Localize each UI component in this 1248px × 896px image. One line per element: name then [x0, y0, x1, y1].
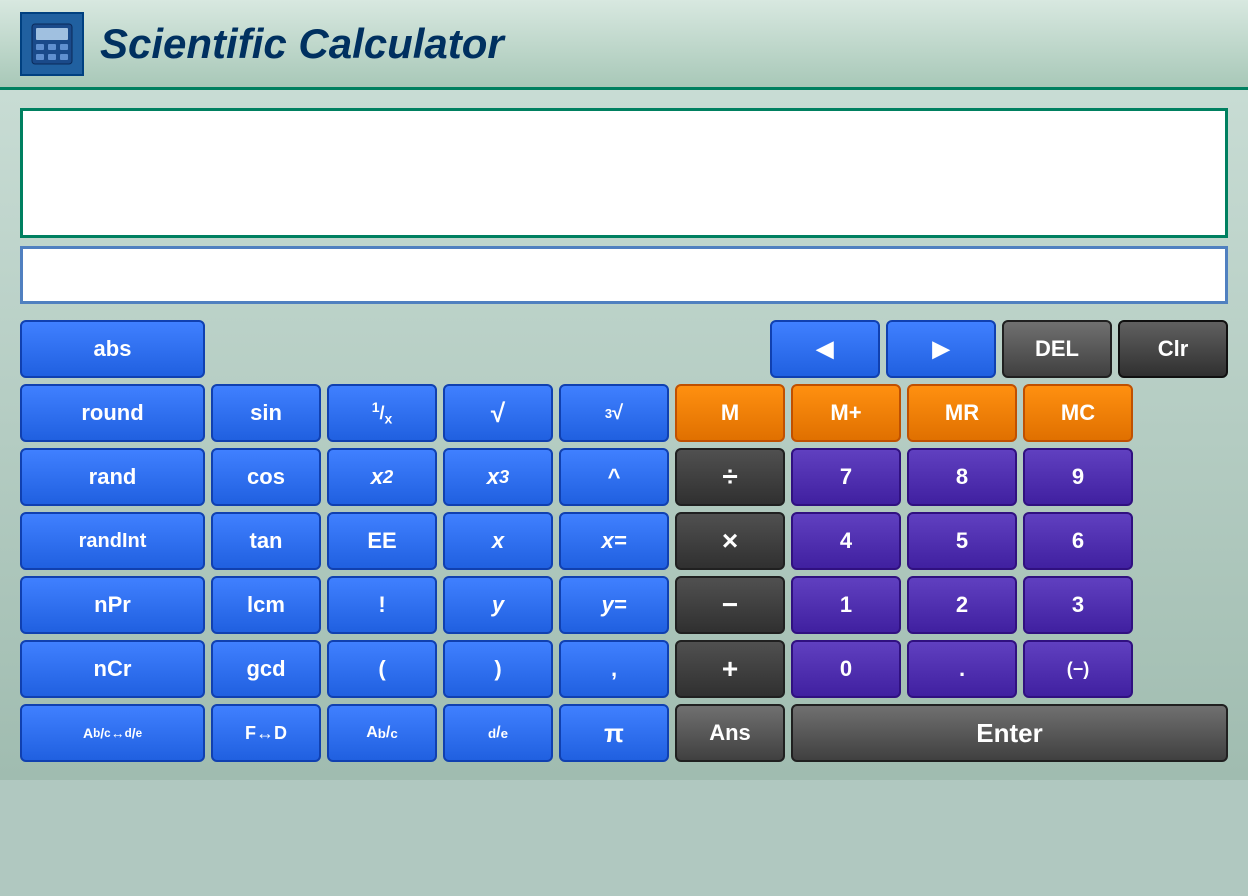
y-var-button[interactable]: y: [443, 576, 553, 634]
lcm-button[interactable]: lcm: [211, 576, 321, 634]
sin-button[interactable]: sin: [211, 384, 321, 442]
row-5: nCr gcd ( ) , + 0 . (−): [20, 640, 1228, 698]
comma-button[interactable]: ,: [559, 640, 669, 698]
eight-button[interactable]: 8: [907, 448, 1017, 506]
app-title: Scientific Calculator: [100, 20, 504, 68]
row-1: round sin 1/x √ 3√ M M+ MR MC: [20, 384, 1228, 442]
de-button[interactable]: d/e: [443, 704, 553, 762]
five-button[interactable]: 5: [907, 512, 1017, 570]
nPr-button[interactable]: nPr: [20, 576, 205, 634]
cbrt-button[interactable]: 3√: [559, 384, 669, 442]
row-3: randInt tan EE x x= × 4 5 6: [20, 512, 1228, 570]
row-4: nPr lcm ! y y= − 1 2 3: [20, 576, 1228, 634]
gcd-button[interactable]: gcd: [211, 640, 321, 698]
calculator-icon: [20, 12, 84, 76]
round-button[interactable]: round: [20, 384, 205, 442]
abcde-button[interactable]: A b/c ↔ d/e: [20, 704, 205, 762]
six-button[interactable]: 6: [1023, 512, 1133, 570]
clr-button[interactable]: Clr: [1118, 320, 1228, 378]
factorial-button[interactable]: !: [327, 576, 437, 634]
ftod-button[interactable]: F↔D: [211, 704, 321, 762]
right-arrow-button[interactable]: ▶: [886, 320, 996, 378]
two-button[interactable]: 2: [907, 576, 1017, 634]
inv-label: 1/x: [372, 399, 393, 427]
display-main[interactable]: [20, 108, 1228, 238]
button-area: abs ◀ ▶ DEL Clr round sin 1/x √ 3√ M M+ …: [20, 320, 1228, 762]
cos-button[interactable]: cos: [211, 448, 321, 506]
tan-button[interactable]: tan: [211, 512, 321, 570]
one-button[interactable]: 1: [791, 576, 901, 634]
Mplus-button[interactable]: M+: [791, 384, 901, 442]
plus-button[interactable]: +: [675, 640, 785, 698]
x3-button[interactable]: x3: [443, 448, 553, 506]
rand-button[interactable]: rand: [20, 448, 205, 506]
three-button[interactable]: 3: [1023, 576, 1133, 634]
caret-button[interactable]: ^: [559, 448, 669, 506]
nCr-button[interactable]: nCr: [20, 640, 205, 698]
multiply-button[interactable]: ×: [675, 512, 785, 570]
four-button[interactable]: 4: [791, 512, 901, 570]
ans-button[interactable]: Ans: [675, 704, 785, 762]
sqrt-button[interactable]: √: [443, 384, 553, 442]
seven-button[interactable]: 7: [791, 448, 901, 506]
abs-button[interactable]: abs: [20, 320, 205, 378]
EE-button[interactable]: EE: [327, 512, 437, 570]
row-6: A b/c ↔ d/e F↔D A b/c d/e π Ans Enter: [20, 704, 1228, 762]
rparen-button[interactable]: ): [443, 640, 553, 698]
calculator-body: abs ◀ ▶ DEL Clr round sin 1/x √ 3√ M M+ …: [0, 90, 1248, 780]
neg-button[interactable]: (−): [1023, 640, 1133, 698]
dot-button[interactable]: .: [907, 640, 1017, 698]
zero-button[interactable]: 0: [791, 640, 901, 698]
lparen-button[interactable]: (: [327, 640, 437, 698]
x-eq-button[interactable]: x=: [559, 512, 669, 570]
left-arrow-button[interactable]: ◀: [770, 320, 880, 378]
display-secondary[interactable]: [20, 246, 1228, 304]
del-button[interactable]: DEL: [1002, 320, 1112, 378]
divide-button[interactable]: ÷: [675, 448, 785, 506]
randInt-button[interactable]: randInt: [20, 512, 205, 570]
inv-button[interactable]: 1/x: [327, 384, 437, 442]
x-var-button[interactable]: x: [443, 512, 553, 570]
pi-button[interactable]: π: [559, 704, 669, 762]
MR-button[interactable]: MR: [907, 384, 1017, 442]
x2-button[interactable]: x2: [327, 448, 437, 506]
row-0: abs ◀ ▶ DEL Clr: [20, 320, 1228, 378]
enter-button[interactable]: Enter: [791, 704, 1228, 762]
row-2: rand cos x2 x3 ^ ÷ 7 8 9: [20, 448, 1228, 506]
abc-button[interactable]: A b/c: [327, 704, 437, 762]
title-bar: Scientific Calculator: [0, 0, 1248, 90]
MC-button[interactable]: MC: [1023, 384, 1133, 442]
M-button[interactable]: M: [675, 384, 785, 442]
minus-button[interactable]: −: [675, 576, 785, 634]
nine-button[interactable]: 9: [1023, 448, 1133, 506]
y-eq-button[interactable]: y=: [559, 576, 669, 634]
